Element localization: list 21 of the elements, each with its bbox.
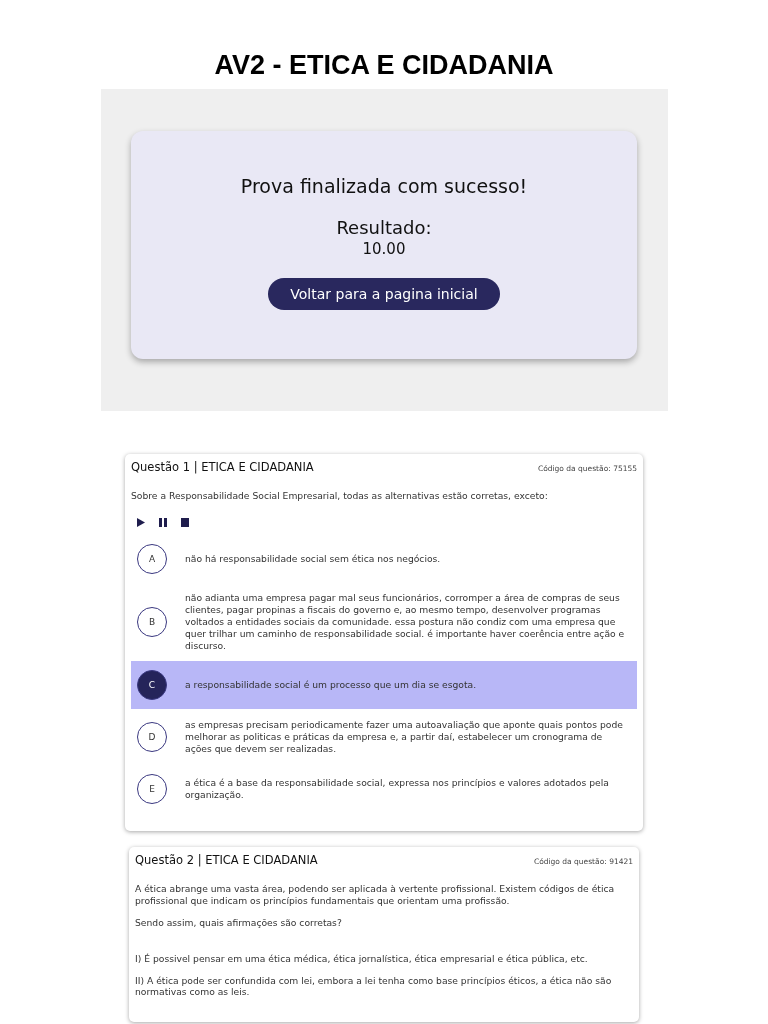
question-text: Sendo assim, quais afirmações são corretas?	[135, 916, 343, 929]
back-home-button[interactable]: Voltar para a pagina inicial	[268, 278, 500, 310]
question-title: Questão 1 | ETICA E CIDADANIA	[131, 460, 314, 474]
success-message: Prova finalizada com sucesso!	[240, 175, 528, 197]
question-text: Sobre a Responsabilidade Social Empresarial, todas as alternativas estão corretas, exceto:	[131, 490, 549, 502]
answer-option[interactable]: C a responsabilidade social é um processo que um dia se esgota.	[131, 660, 637, 709]
question-text: A ética abrange uma vasta área, podendo ser aplicada à vertente profissional. Existem códigos de ética profissional que indicam os princípios fundamentais que orientam uma profissão.	[135, 882, 616, 907]
result-label: Resultado:	[336, 217, 432, 238]
option-text: não há responsabilidade social sem ética nos negócios.	[185, 552, 441, 565]
option-text: as empresas precisam periodicamente fazer uma autoavaliação que aponte quais pontos pode melhorar as politicas e práticas da empresa e, a partir daí, estabelecer um cronograma de ações que devem ser realizadas.	[185, 718, 624, 755]
question-title: Questão 2 | ETICA E CIDADANIA	[135, 852, 318, 867]
option-text: a responsabilidade social é um processo que um dia se esgota.	[185, 678, 477, 691]
question-text: II) A ética pode ser confundida com lei, embora a lei tenha como base princípios éticos, a ética não são normativas como as leis.	[135, 974, 613, 999]
score-value: 10.00	[362, 240, 406, 258]
answer-option[interactable]: E a ética é a base da responsabilidade social, expressa nos princípios e valores adotados pela organização.	[131, 764, 637, 813]
page-title: AV2 - ETICA E CIDADANIA	[214, 50, 554, 81]
question-text: I) É possivel pensar em uma ética médica, ética jornalística, ética empresarial e ética pública, etc.	[135, 952, 589, 965]
option-text: não adianta uma empresa pagar mal seus funcionários, corromper a área de compras de seus clientes, pagar propinas a fiscais do governo e, ao mesmo tempo, desenvolver programas voltados a entidades sociais da comunidade. essa postura não condiz com uma empresa que quer trilhar um caminho de responsabilidade social. é importante haver coerência entre ação e discurso.	[185, 591, 626, 652]
option-letter: C	[137, 669, 167, 700]
option-text: a ética é a base da responsabilidade social, expressa nos princípios e valores adotados pela organização.	[185, 776, 610, 801]
answer-option[interactable]: A não há responsabilidade social sem ética nos negócios.	[131, 534, 637, 583]
